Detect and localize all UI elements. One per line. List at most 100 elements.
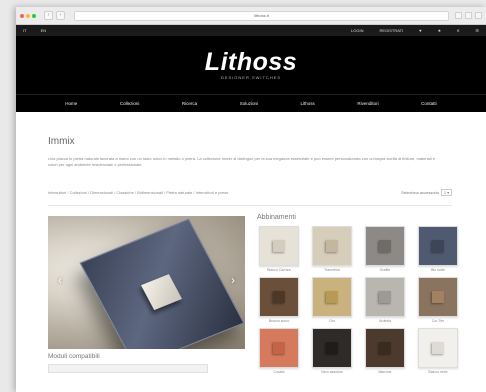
variant-label: Nero assoluto [321, 370, 343, 374]
variant-swatch [259, 328, 299, 368]
gallery-prev-arrow[interactable]: ‹ [54, 272, 66, 288]
url-text: lithoss.it [254, 13, 269, 18]
variant-knob [326, 342, 338, 354]
tabs-icon[interactable] [465, 12, 472, 19]
window-controls [20, 13, 36, 18]
variant-knob [326, 240, 338, 252]
variant-label: Cor-Ten [431, 319, 445, 323]
variant-tile[interactable]: Bianco neve [416, 328, 460, 374]
variant-label: Blu notte [431, 268, 445, 272]
nav-item-search[interactable]: Ricerca [182, 101, 197, 106]
currency-icon[interactable]: € [454, 28, 462, 33]
variant-tile[interactable]: Bianco Carrara [257, 226, 301, 272]
lang-it-link[interactable]: IT [20, 28, 30, 33]
variant-tile[interactable]: Cor-Ten [416, 277, 460, 323]
variant-tile[interactable]: Grafite [363, 226, 407, 272]
variant-swatch [259, 226, 299, 266]
product-image-gallery[interactable]: ‹ › [48, 216, 245, 349]
variant-knob [432, 342, 444, 354]
variant-tile[interactable]: Travertino [310, 226, 354, 272]
variant-tile[interactable]: Marrone [363, 328, 407, 374]
main-navigation: Home Collezioni Ricerca Soluzioni Lithos… [16, 94, 486, 112]
favorites-icon[interactable]: ★ [435, 28, 445, 33]
add-tab-icon[interactable] [475, 12, 482, 19]
variant-label: Oro [329, 319, 335, 323]
variant-knob [432, 240, 444, 252]
site-logo[interactable]: Lithoss [205, 50, 297, 75]
lang-en-link[interactable]: EN [38, 28, 50, 33]
variant-swatch [418, 277, 458, 317]
nav-item-solutions[interactable]: Soluzioni [240, 101, 258, 106]
variant-knob [273, 291, 285, 303]
share-icon[interactable] [455, 12, 462, 19]
variants-title: Abbinamenti [257, 214, 296, 221]
top-utility-bar: IT EN LOGIN REGISTRATI ♥ ★ € ☰ [16, 25, 486, 36]
page-content: Immix Una placca in pietra naturale lavo… [16, 136, 486, 374]
variant-tile[interactable]: Bronzo scuro [257, 277, 301, 323]
variant-swatch [418, 226, 458, 266]
compatible-modules-bar[interactable] [48, 364, 208, 373]
product-description: Una placca in pietra naturale lavorata a… [48, 156, 435, 167]
variant-tile[interactable]: Oro [310, 277, 354, 323]
variant-label: Marrone [378, 370, 392, 374]
variants-panel: Abbinamenti Bianco Carrara Travertino Graf… [257, 214, 462, 374]
divider [48, 205, 452, 206]
site-header: Lithoss DESIGNER SWITCHES [16, 36, 486, 94]
switch-knob-image [141, 274, 183, 311]
register-link[interactable]: REGISTRATI [376, 28, 406, 33]
variant-label: Ardesia [379, 319, 391, 323]
browser-window: ‹ › lithoss.it IT EN LOGIN REGISTRATI ♥ … [16, 7, 486, 392]
variant-swatch [312, 277, 352, 317]
variant-swatch [365, 277, 405, 317]
nav-item-lithoss[interactable]: Lithoss [301, 101, 315, 106]
back-button[interactable]: ‹ [44, 11, 53, 20]
variant-tile[interactable]: Corallo [257, 328, 301, 374]
nav-item-contacts[interactable]: Contatti [421, 101, 437, 106]
nav-item-dealers[interactable]: Rivenditori [357, 101, 378, 106]
zoom-window-button[interactable] [32, 13, 36, 18]
variant-knob [273, 342, 285, 354]
variant-knob [432, 291, 444, 303]
page-title: Immix [48, 136, 75, 147]
variant-swatch [365, 226, 405, 266]
variant-label: Grafite [379, 268, 391, 272]
forward-button[interactable]: › [56, 11, 65, 20]
variant-swatch [312, 328, 352, 368]
variant-knob [379, 291, 391, 303]
variant-label: Travertino [324, 268, 340, 272]
accessory-selector: Seleziona accessorio 1 ▾ [401, 189, 452, 196]
variants-grid: Bianco Carrara Travertino Grafite Blu notte… [257, 226, 462, 374]
browser-toolbar: ‹ › lithoss.it [16, 7, 486, 25]
address-bar[interactable]: lithoss.it [74, 10, 449, 21]
minimize-window-button[interactable] [26, 13, 30, 18]
variant-tile[interactable]: Nero assoluto [310, 328, 354, 374]
product-section: ‹ › Moduli compatibili Abbinamenti Bianc… [48, 214, 486, 374]
compatible-modules-title: Moduli compatibili [48, 353, 100, 360]
variant-knob [273, 240, 285, 252]
accessory-selector-label: Seleziona accessorio [401, 190, 439, 195]
wishlist-icon[interactable]: ♥ [416, 28, 424, 33]
nav-item-collections[interactable]: Collezioni [120, 101, 140, 106]
variant-knob [379, 240, 391, 252]
variant-label: Bianco Carrara [267, 268, 291, 272]
variant-swatch [312, 226, 352, 266]
variant-knob [326, 291, 338, 303]
variant-knob [379, 342, 391, 354]
logo-tagline: DESIGNER SWITCHES [220, 75, 282, 80]
compatible-modules: Moduli compatibili [48, 353, 245, 373]
nav-item-home[interactable]: Home [65, 101, 77, 106]
accessory-select[interactable]: 1 ▾ [441, 189, 452, 196]
variant-tile[interactable]: Ardesia [363, 277, 407, 323]
menu-icon[interactable]: ☰ [472, 28, 482, 33]
close-window-button[interactable] [20, 13, 24, 18]
variant-label: Bronzo scuro [268, 319, 290, 323]
login-link[interactable]: LOGIN [348, 28, 366, 33]
variant-tile[interactable]: Blu notte [416, 226, 460, 272]
variant-label: Bianco neve [428, 370, 448, 374]
variant-swatch [418, 328, 458, 368]
variant-label: Corallo [273, 370, 285, 374]
variant-swatch [365, 328, 405, 368]
gallery-next-arrow[interactable]: › [227, 272, 239, 288]
breadcrumb[interactable]: Interruttori / Collezioni / Dimensionali… [48, 190, 228, 195]
variant-swatch [259, 277, 299, 317]
